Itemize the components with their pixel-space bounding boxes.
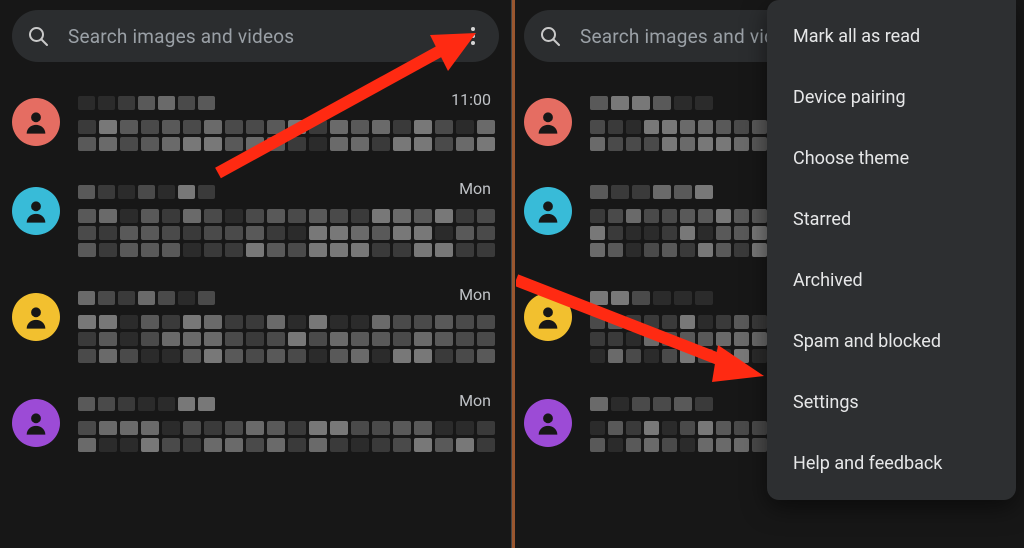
menu-item-device-pairing[interactable]: Device pairing xyxy=(767,67,1016,128)
panel-divider xyxy=(512,0,515,548)
search-icon xyxy=(538,24,562,48)
contact-name-redacted xyxy=(78,96,198,110)
message-preview-redacted xyxy=(590,209,780,257)
conversation-time: Mon xyxy=(459,179,491,198)
avatar xyxy=(12,399,60,447)
screenshot-before: Search images and videos 11:00 Mon Mon Mon xyxy=(0,0,512,548)
avatar xyxy=(12,187,60,235)
avatar xyxy=(12,293,60,341)
more-menu-button[interactable] xyxy=(461,24,485,48)
message-preview-redacted xyxy=(78,315,438,363)
avatar xyxy=(524,399,572,447)
search-icon xyxy=(26,24,50,48)
conversation-time: Mon xyxy=(459,285,491,304)
avatar xyxy=(524,293,572,341)
search-bar[interactable]: Search images and videos xyxy=(12,10,499,62)
conversation-list: 11:00 Mon Mon Mon xyxy=(0,76,511,466)
conversation-row[interactable]: Mon xyxy=(0,377,511,466)
message-preview-redacted xyxy=(78,421,438,452)
menu-item-mark-all-as-read[interactable]: Mark all as read xyxy=(767,6,1016,67)
screenshot-after: Search images and videos Mark all as rea… xyxy=(512,0,1024,548)
menu-item-archived[interactable]: Archived xyxy=(767,250,1016,311)
conversation-time: Mon xyxy=(459,391,491,410)
contact-name-redacted xyxy=(590,291,700,305)
contact-name-redacted xyxy=(78,185,198,199)
avatar xyxy=(524,187,572,235)
menu-item-spam-and-blocked[interactable]: Spam and blocked xyxy=(767,311,1016,372)
message-preview-redacted xyxy=(590,421,780,452)
overflow-menu: Mark all as readDevice pairingChoose the… xyxy=(767,0,1016,500)
contact-name-redacted xyxy=(590,397,700,411)
avatar xyxy=(524,98,572,146)
message-preview-redacted xyxy=(590,315,780,363)
contact-name-redacted xyxy=(78,291,198,305)
conversation-row[interactable]: Mon xyxy=(0,271,511,377)
message-preview-redacted xyxy=(78,120,438,151)
menu-item-starred[interactable]: Starred xyxy=(767,189,1016,250)
conversation-row[interactable]: Mon xyxy=(0,165,511,271)
conversation-time: 11:00 xyxy=(451,90,491,109)
menu-item-help-and-feedback[interactable]: Help and feedback xyxy=(767,433,1016,494)
conversation-row[interactable]: 11:00 xyxy=(0,76,511,165)
contact-name-redacted xyxy=(78,397,198,411)
message-preview-redacted xyxy=(78,209,438,257)
avatar xyxy=(12,98,60,146)
message-preview-redacted xyxy=(590,120,780,151)
contact-name-redacted xyxy=(590,185,700,199)
search-placeholder: Search images and videos xyxy=(68,25,461,48)
menu-item-settings[interactable]: Settings xyxy=(767,372,1016,433)
menu-item-choose-theme[interactable]: Choose theme xyxy=(767,128,1016,189)
contact-name-redacted xyxy=(590,96,700,110)
